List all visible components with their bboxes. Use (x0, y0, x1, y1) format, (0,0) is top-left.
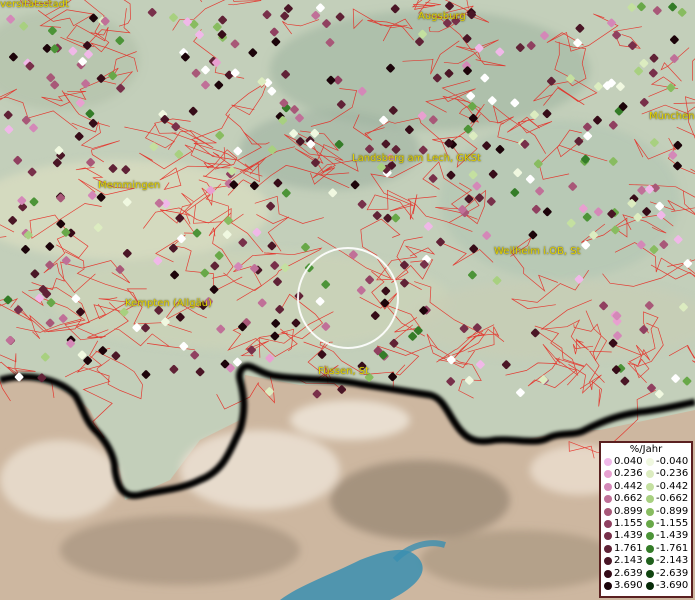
legend-label: -0.899 (656, 505, 689, 517)
legend-label: 1.155 (614, 518, 643, 529)
legend-swatch (646, 582, 654, 590)
legend-swatch (646, 495, 654, 504)
legend-label: 2.639 (614, 567, 643, 579)
legend-label: 0.040 (614, 456, 643, 467)
legend-swatch (604, 544, 612, 553)
legend: %/Jahr 0.040 0.236 0.442 0.662 0.899 1.155 1.4… (599, 441, 693, 598)
legend-label: 0.236 (614, 468, 643, 480)
city-label-landsberg: Landsberg am Lech, GKSt (352, 153, 481, 164)
legend-swatch (604, 520, 612, 528)
city-label-memmingen: Memmingen (98, 180, 161, 191)
legend-swatch (604, 532, 612, 541)
city-label-augsburg: Augsburg (418, 11, 466, 22)
legend-label: -0.662 (656, 493, 689, 505)
legend-swatch (604, 507, 612, 516)
legend-swatch (646, 520, 654, 528)
legend-label: -0.236 (656, 468, 689, 480)
legend-label: -0.442 (656, 480, 689, 492)
legend-swatch (604, 458, 612, 466)
legend-label: 0.442 (614, 480, 643, 492)
legend-label: -2.143 (656, 555, 689, 567)
legend-swatch (646, 470, 654, 479)
legend-label: -1.439 (656, 530, 689, 542)
legend-label: -0.040 (656, 456, 689, 467)
city-label-weilheim: Weilheim i.OB, St (494, 246, 581, 257)
legend-label: -1.155 (656, 518, 689, 529)
map-base (0, 0, 695, 600)
city-label-universitaetsstadt: versitätsstadt (0, 0, 69, 10)
legend-label: 1.439 (614, 530, 643, 542)
legend-label: -3.690 (656, 580, 689, 591)
legend-swatch (646, 482, 654, 491)
legend-label: 0.662 (614, 493, 643, 505)
legend-swatch (646, 544, 654, 553)
legend-swatch (604, 569, 612, 578)
legend-swatch (604, 582, 612, 590)
legend-swatch (646, 557, 654, 566)
legend-swatch (646, 458, 654, 466)
city-label-fuessen: Füssen, St (318, 366, 370, 377)
legend-label: 3.690 (614, 580, 643, 591)
city-label-muenchen: München (649, 111, 695, 122)
legend-swatch (646, 569, 654, 578)
legend-swatch (646, 532, 654, 541)
legend-swatch (604, 470, 612, 479)
legend-label: -2.639 (656, 567, 689, 579)
legend-label: 0.899 (614, 505, 643, 517)
legend-swatch (604, 482, 612, 491)
legend-label: 1.761 (614, 542, 643, 554)
map-canvas[interactable]: Augsburg München Memmingen Landsberg am … (0, 0, 695, 600)
legend-label: -1.761 (656, 542, 689, 554)
legend-swatch (646, 507, 654, 516)
city-label-kempten: Kempten (Allgäu) (125, 298, 212, 309)
legend-title: %/Jahr (629, 444, 663, 455)
legend-swatch (604, 557, 612, 566)
legend-label: 2.143 (614, 555, 643, 567)
legend-swatch (604, 495, 612, 504)
